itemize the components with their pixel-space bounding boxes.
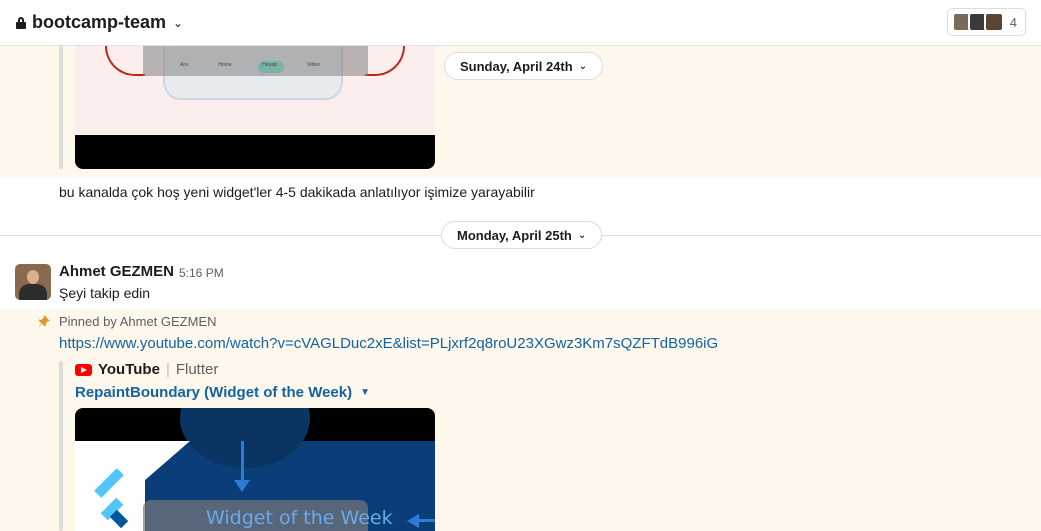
avatar-face	[27, 270, 39, 284]
video-title-link[interactable]: RepaintBoundary (Widget of the Week) ▼	[75, 384, 370, 401]
caret-down-icon[interactable]: ▼	[360, 387, 370, 398]
separator: |	[165, 361, 170, 378]
chevron-down-icon: ⌄	[577, 229, 587, 241]
red-arrow-right	[365, 46, 405, 76]
avatar-body	[19, 284, 47, 300]
video-bar	[75, 135, 435, 169]
video-thumbnail-2[interactable]: Widget of the Week	[75, 408, 435, 531]
provider-name: YouTube	[98, 361, 160, 378]
arrow-line	[417, 519, 435, 522]
author-name: Flutter	[175, 361, 219, 378]
chevron-down-icon: ⌄	[173, 15, 184, 30]
arrow-left-icon	[407, 514, 419, 528]
youtube-icon	[75, 363, 92, 376]
lock-icon	[16, 16, 26, 29]
video-title: RepaintBoundary (Widget of the Week)	[75, 384, 353, 401]
channel-header: bootcamp-team ⌄ 4	[0, 0, 1041, 46]
avatar[interactable]	[15, 264, 51, 300]
nav-item: Home	[218, 62, 232, 68]
arrow-down-icon	[234, 480, 250, 492]
message-timestamp[interactable]: 5:16 PM	[179, 266, 224, 280]
video-thumbnail-1[interactable]: Ara Home Hesap Video	[75, 46, 435, 169]
phone-nav-bar: Ara Home Hesap Video	[180, 62, 320, 68]
red-arrow-left	[105, 46, 145, 76]
thumbnail-overlay	[143, 46, 368, 76]
nav-item: Hesap	[262, 62, 277, 68]
embed-provider: YouTube | Flutter	[75, 361, 218, 378]
message-text: Şeyi takip edin	[59, 285, 151, 301]
member-count: 4	[1009, 14, 1017, 30]
member-list-button[interactable]: 4	[946, 8, 1026, 36]
member-avatar	[983, 12, 1004, 32]
sender-name[interactable]: Ahmet GEZMEN	[59, 263, 174, 280]
youtube-link[interactable]: https://www.youtube.com/watch?v=cVAGLDuc…	[59, 335, 718, 352]
attachment-quote-bar	[59, 361, 63, 531]
channel-name-button[interactable]: bootcamp-team ⌄	[16, 12, 183, 33]
attachment-quote-bar	[59, 46, 63, 169]
message-text: bu kanalda çok hoş yeni widget'ler 4-5 d…	[59, 184, 535, 200]
pinned-by-text: Pinned by Ahmet GEZMEN	[59, 314, 217, 329]
channel-name: bootcamp-team	[32, 12, 167, 32]
pinned-label: Pinned by Ahmet GEZMEN	[38, 314, 217, 329]
nav-item: Ara	[180, 62, 188, 68]
date-jump-button-monday[interactable]: Monday, April 25th ⌄	[441, 221, 603, 249]
chevron-down-icon: ⌄	[578, 60, 588, 72]
nav-item: Video	[307, 62, 320, 68]
pin-icon	[38, 315, 51, 328]
date-label: Sunday, April 24th	[460, 58, 573, 74]
date-jump-button-sunday[interactable]: Sunday, April 24th ⌄	[444, 52, 604, 80]
thumbnail-caption: Widget of the Week	[206, 507, 393, 529]
date-label: Monday, April 25th	[457, 227, 572, 243]
